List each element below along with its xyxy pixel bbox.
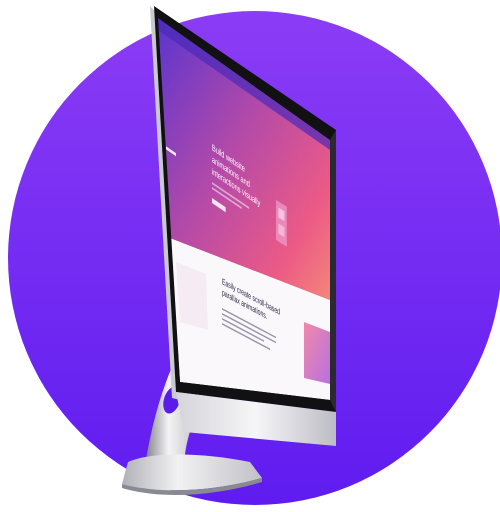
screen-glare (330, 130, 336, 412)
section-image-card (304, 322, 330, 384)
imac-illustration: Build website animations and interaction… (8, 6, 500, 505)
illustration-panel (276, 200, 287, 247)
hero-illustration (276, 200, 287, 247)
